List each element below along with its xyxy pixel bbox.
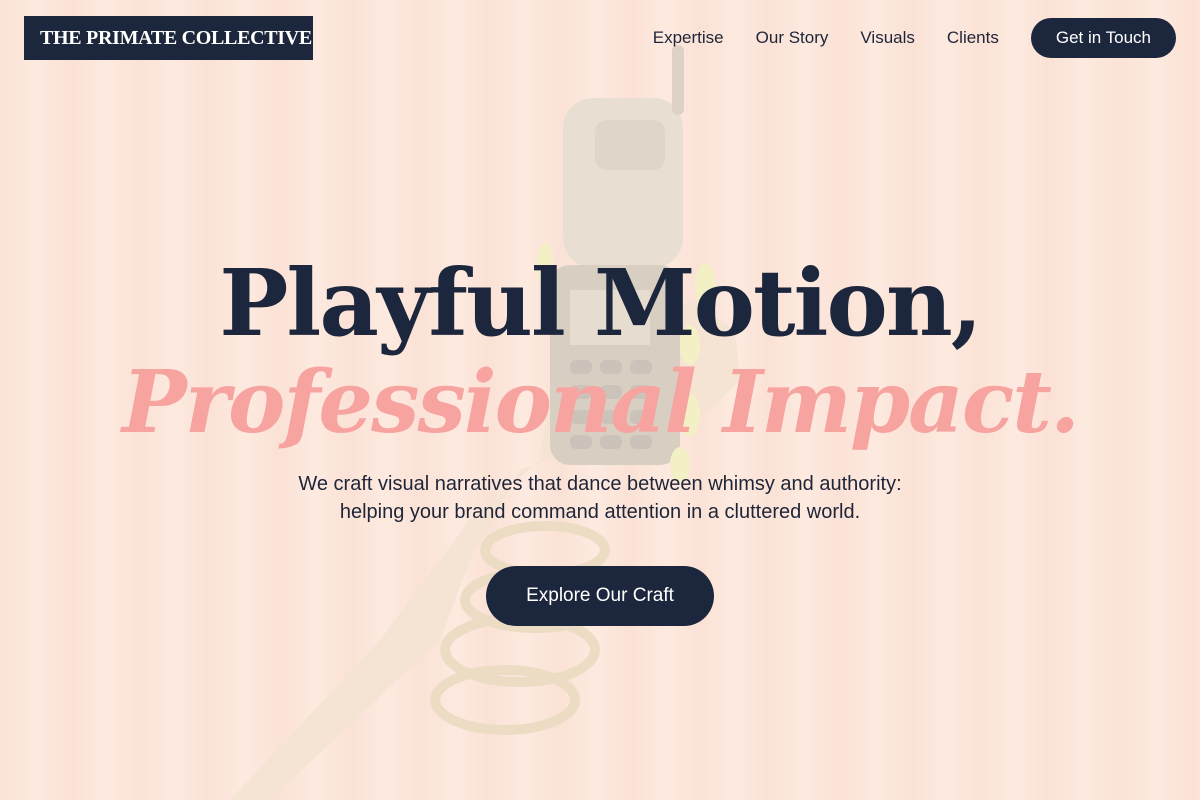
brand-logo[interactable]: THE PRIMATE COLLECTIVE (24, 16, 313, 60)
hero-headline: Playful Motion, (219, 249, 983, 357)
nav-link-our-story[interactable]: Our Story (756, 28, 829, 48)
nav-link-visuals[interactable]: Visuals (860, 28, 915, 48)
nav-link-expertise[interactable]: Expertise (653, 28, 724, 48)
main-nav: Expertise Our Story Visuals Clients Get … (653, 18, 1176, 58)
explore-our-craft-button[interactable]: Explore Our Craft (486, 566, 714, 626)
hero-subtext-line-1: We craft visual narratives that dance be… (298, 473, 902, 495)
nav-link-clients[interactable]: Clients (947, 28, 999, 48)
get-in-touch-button[interactable]: Get in Touch (1030, 18, 1176, 58)
hero-subtext-line-2: helping your brand command attention in … (339, 501, 861, 523)
hero-subtext: We craft visual narratives that dance be… (250, 470, 950, 526)
hero-headline-accent: Professional Impact. (122, 352, 1080, 453)
